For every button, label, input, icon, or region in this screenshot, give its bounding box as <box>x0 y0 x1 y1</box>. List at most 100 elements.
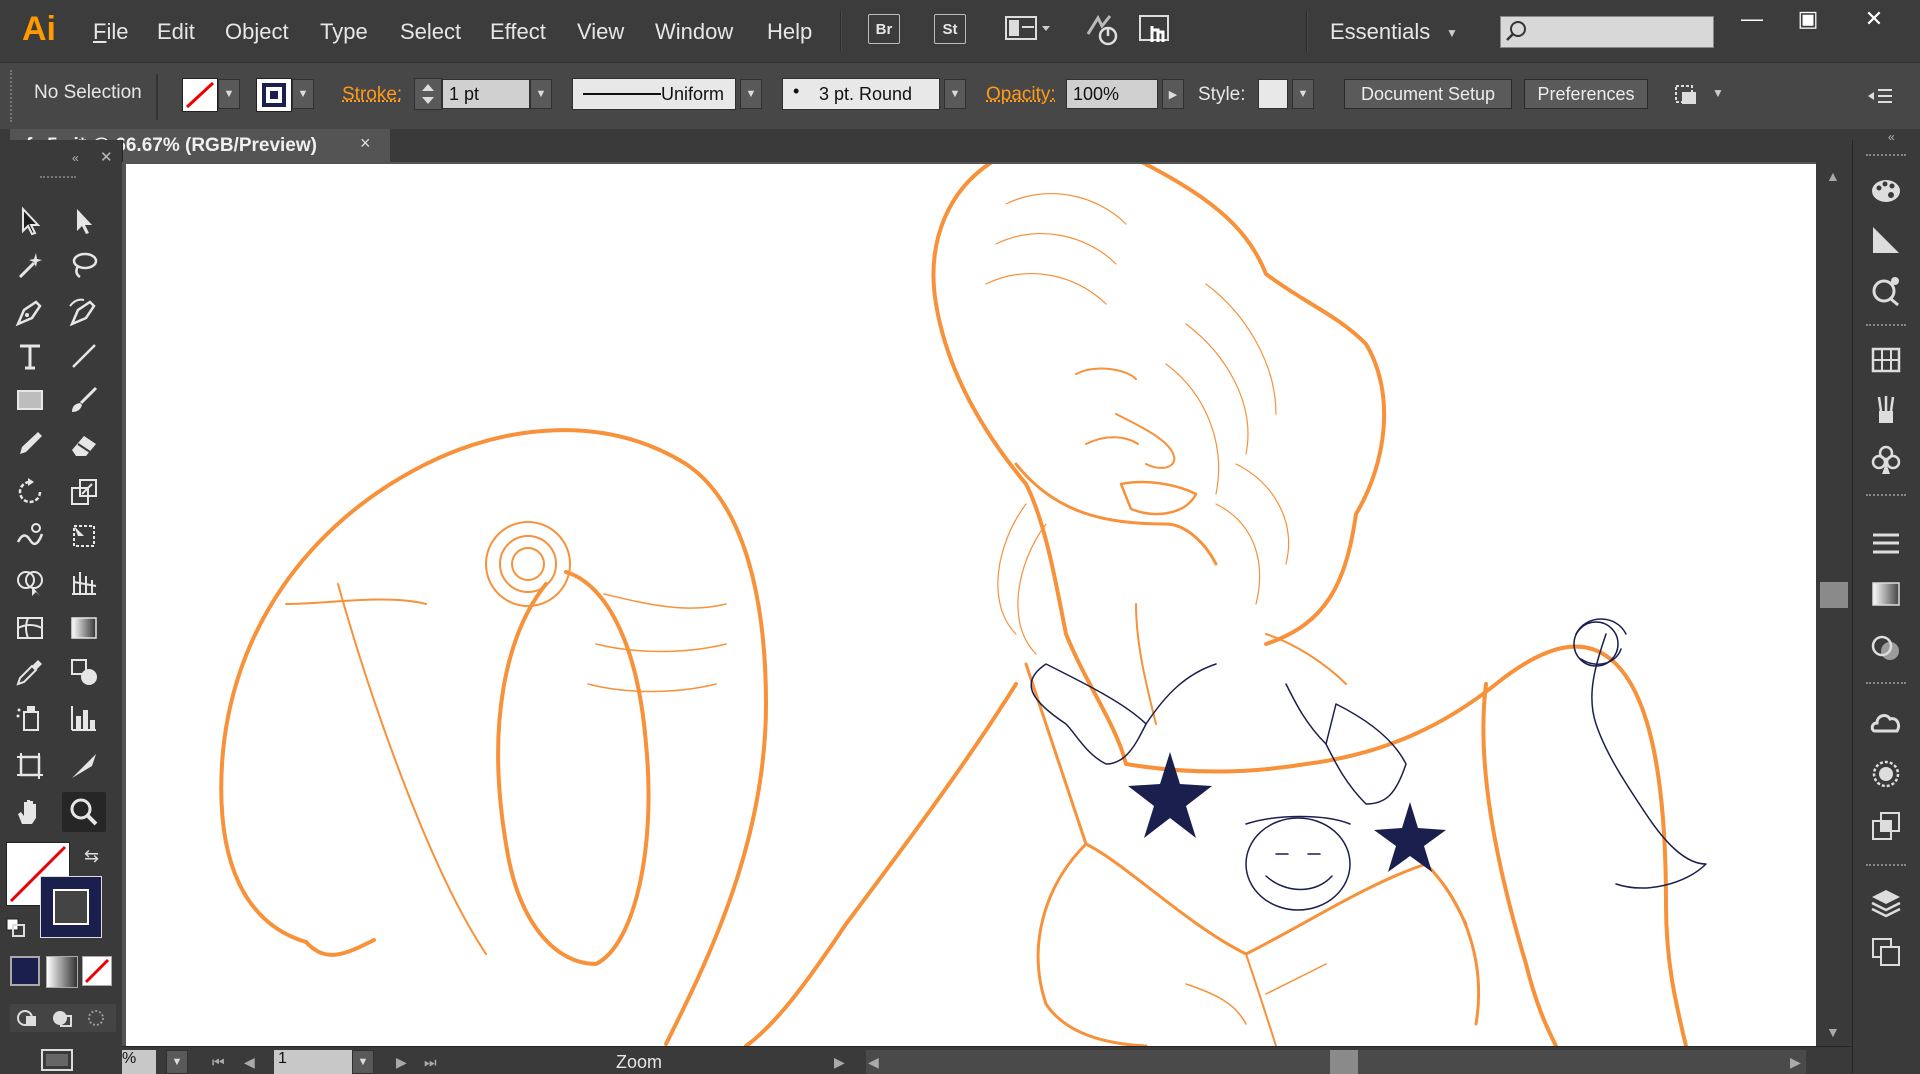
menu-view[interactable]: View <box>577 19 624 45</box>
color-panel-button[interactable] <box>1866 172 1906 208</box>
menu-effect[interactable]: Effect <box>490 19 546 45</box>
paintbrush-tool[interactable] <box>62 380 106 420</box>
graphic-style-swatch[interactable] <box>1258 79 1288 109</box>
brush-definition[interactable]: • 3 pt. Round <box>782 78 940 110</box>
artboard-number-field[interactable]: 1 <box>274 1050 352 1074</box>
stroke-color-dropdown[interactable]: ▼ <box>292 79 314 109</box>
libraries-panel-button[interactable] <box>1866 706 1906 742</box>
mesh-tool[interactable] <box>8 608 52 648</box>
warp-tool[interactable] <box>8 516 52 556</box>
stroke-swatch[interactable] <box>256 78 292 112</box>
scroll-down-icon[interactable]: ▼ <box>1826 1024 1840 1040</box>
restore-button[interactable]: ▣ <box>1780 0 1836 38</box>
menu-help[interactable]: Help <box>767 19 812 45</box>
opacity-slider-button[interactable]: ▶ <box>1162 79 1184 109</box>
artboard-tool[interactable] <box>8 746 52 786</box>
horizontal-scroll-thumb[interactable] <box>1330 1050 1358 1074</box>
direct-selection-tool[interactable] <box>62 201 106 241</box>
variable-width-profile[interactable]: Uniform <box>572 78 736 110</box>
fill-swatch[interactable] <box>182 78 218 112</box>
zoom-tool[interactable] <box>62 792 106 832</box>
dock-grip[interactable] <box>1866 154 1906 162</box>
fill-dropdown[interactable]: ▼ <box>218 79 240 109</box>
column-graph-tool[interactable] <box>62 698 106 738</box>
artboard[interactable] <box>126 164 1816 1046</box>
scroll-right-icon[interactable]: ▶ <box>1790 1054 1801 1071</box>
selection-tool[interactable] <box>8 201 52 241</box>
control-bar-grip[interactable] <box>10 70 16 122</box>
dock-grip-3[interactable] <box>1866 494 1906 502</box>
none-mode-button[interactable] <box>82 956 112 986</box>
bridge-button[interactable]: Br <box>868 14 900 44</box>
gradient-panel-button[interactable] <box>1866 576 1906 612</box>
shape-builder-tool[interactable] <box>8 562 52 602</box>
tab-close-icon[interactable]: × <box>360 133 371 154</box>
gpu-performance-button[interactable] <box>1084 12 1124 48</box>
vertical-scroll-thumb[interactable] <box>1820 582 1848 608</box>
style-dropdown[interactable]: ▼ <box>1292 79 1314 109</box>
eyedropper-tool[interactable] <box>8 652 52 692</box>
stroke-label[interactable]: Stroke: <box>342 84 402 106</box>
zoom-dropdown[interactable]: ▼ <box>166 1050 188 1074</box>
search-input[interactable] <box>1500 16 1714 48</box>
line-segment-tool[interactable] <box>62 336 106 376</box>
scale-tool[interactable] <box>62 472 106 512</box>
swap-fill-stroke-icon[interactable]: ⇆ <box>84 846 99 867</box>
next-artboard-icon[interactable]: ▶ <box>396 1054 407 1071</box>
draw-normal-icon[interactable] <box>14 1008 42 1028</box>
first-artboard-icon[interactable]: ⏮ <box>212 1054 225 1071</box>
menu-file[interactable]: File <box>93 19 128 45</box>
preferences-button[interactable]: Preferences <box>1524 79 1648 109</box>
align-panel-button[interactable] <box>1670 80 1706 110</box>
zoom-level-field[interactable]: % <box>122 1050 156 1074</box>
profile-dropdown[interactable]: ▼ <box>740 79 762 109</box>
menu-type[interactable]: Type <box>320 19 368 45</box>
swatches-panel-button[interactable] <box>1866 342 1906 378</box>
tools-close-icon[interactable]: ✕ <box>100 148 113 166</box>
scroll-up-icon[interactable]: ▲ <box>1826 168 1840 184</box>
align-dropdown-icon[interactable]: ▼ <box>1712 86 1724 100</box>
menu-select[interactable]: Select <box>400 19 461 45</box>
slice-tool[interactable] <box>62 746 106 786</box>
scroll-left-icon[interactable]: ◀ <box>868 1054 879 1071</box>
dock-grip-5[interactable] <box>1866 864 1906 872</box>
blend-tool[interactable] <box>62 652 106 692</box>
free-transform-tool[interactable] <box>62 516 106 556</box>
stroke-panel-button[interactable] <box>1866 526 1906 562</box>
draw-behind-icon[interactable] <box>48 1008 76 1028</box>
menu-window[interactable]: Window <box>655 19 733 45</box>
stroke-color-box[interactable] <box>40 876 102 938</box>
rectangle-tool[interactable] <box>8 380 52 420</box>
stroke-weight-field[interactable]: 1 pt <box>442 79 530 109</box>
last-artboard-icon[interactable]: ⏭ <box>424 1054 437 1071</box>
brushes-panel-button[interactable] <box>1866 392 1906 428</box>
brush-dropdown[interactable]: ▼ <box>944 79 966 109</box>
control-panel-menu[interactable] <box>1866 84 1896 108</box>
gradient-mode-button[interactable] <box>46 956 78 988</box>
document-setup-button[interactable]: Document Setup <box>1344 79 1512 109</box>
menu-edit[interactable]: Edit <box>157 19 195 45</box>
stock-button[interactable]: St <box>934 14 966 44</box>
tools-grip[interactable] <box>40 176 76 182</box>
default-colors-icon[interactable] <box>6 918 26 938</box>
opacity-field[interactable]: 100% <box>1066 79 1158 109</box>
status-menu-icon[interactable]: ▶ <box>834 1054 845 1071</box>
minimize-button[interactable]: — <box>1724 0 1780 38</box>
color-themes-panel-button[interactable] <box>1866 272 1906 308</box>
curvature-tool[interactable] <box>62 292 106 332</box>
type-tool[interactable] <box>8 336 52 376</box>
dock-grip-2[interactable] <box>1866 324 1906 332</box>
previous-artboard-icon[interactable]: ◀ <box>244 1054 255 1071</box>
eraser-tool[interactable] <box>62 424 106 464</box>
dock-grip-4[interactable] <box>1866 682 1906 690</box>
arrange-documents-button[interactable] <box>1004 14 1056 44</box>
color-mode-button[interactable] <box>10 956 40 986</box>
close-window-button[interactable]: ✕ <box>1846 0 1902 38</box>
touch-workspace-button[interactable] <box>1136 12 1176 48</box>
color-guide-panel-button[interactable] <box>1866 222 1906 258</box>
transparency-panel-button[interactable] <box>1866 630 1906 666</box>
workspace-switcher[interactable]: Essentials <box>1330 19 1430 45</box>
draw-inside-icon[interactable] <box>82 1008 110 1028</box>
tools-collapse-icon[interactable]: « <box>72 151 79 165</box>
symbol-sprayer-tool[interactable] <box>8 698 52 738</box>
